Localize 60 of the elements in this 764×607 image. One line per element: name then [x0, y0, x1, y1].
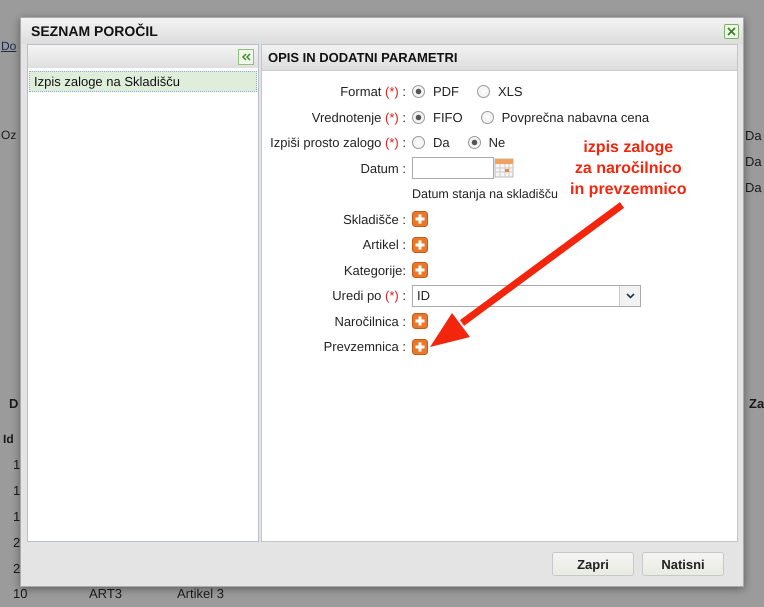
table-cell: 10: [13, 586, 28, 601]
background-cell: Da: [745, 154, 762, 169]
radio-button[interactable]: [477, 85, 490, 98]
field-label: Naročilnica :: [333, 314, 406, 329]
option-label: PDF: [433, 84, 459, 100]
table-cell: 2: [13, 561, 20, 576]
radio-button[interactable]: [412, 110, 425, 124]
column-header: Za: [749, 396, 764, 411]
calendar-icon[interactable]: [494, 158, 514, 178]
annotation-text: izpis zaloge: [583, 138, 674, 158]
dialog-title: SEZNAM POROČIL: [31, 23, 158, 39]
link-text[interactable]: Do: [1, 39, 16, 53]
field-label: Kategorije:: [342, 262, 406, 278]
plus-icon[interactable]: [412, 211, 428, 228]
option-label: FIFO: [433, 110, 463, 125]
column-header: Id: [3, 432, 14, 446]
collapse-button[interactable]: [238, 48, 254, 64]
field-label: Vrednotenje (*) :: [310, 110, 406, 125]
plus-icon[interactable]: [412, 338, 428, 355]
option-label: XLS: [498, 84, 523, 100]
background-cell: Da: [745, 128, 762, 143]
close-button[interactable]: [724, 24, 739, 38]
plus-icon[interactable]: [412, 236, 428, 253]
date-field[interactable]: [412, 157, 494, 180]
field-label: Izpiši prosto zalogo (*) :: [269, 135, 406, 150]
table-cell: Artikel 3: [177, 586, 224, 601]
field-label: Datum :: [359, 160, 406, 176]
radio-button[interactable]: [412, 85, 425, 98]
field-label: Skladišče :: [342, 212, 406, 227]
dialog-button[interactable]: Zapri: [552, 552, 634, 576]
option-label: Da: [433, 135, 450, 150]
field-label: Format (*) :: [339, 84, 406, 100]
option-label: Povprečna nabavna cena: [502, 110, 650, 125]
table-cell: 1: [13, 509, 20, 524]
sort-dropdown[interactable]: ID: [412, 284, 641, 307]
table-cell: 1: [13, 457, 20, 472]
helper-text: Datum stanja na skladišču: [412, 186, 558, 201]
chevron-down-icon: [626, 292, 634, 299]
plus-icon[interactable]: [412, 313, 428, 330]
field-label: Artikel :: [362, 237, 406, 252]
background-cell: Da: [745, 180, 762, 195]
table-cell: 1: [13, 483, 20, 498]
radio-button[interactable]: [480, 110, 494, 124]
field-label: Prevzemnica :: [322, 339, 406, 354]
table-cell: ART3: [89, 586, 122, 601]
column-header: D: [9, 396, 18, 411]
annotation-text: za naročilnico: [574, 159, 682, 179]
table-cell: 2: [13, 535, 20, 550]
radio-button[interactable]: [412, 136, 425, 150]
report-item[interactable]: Izpis zaloge na Skladišču: [29, 71, 257, 92]
double-chevron-left-icon: [241, 52, 251, 60]
annotation-text: in prevzemnico: [570, 180, 686, 200]
background-label: Oz: [1, 128, 16, 142]
plus-icon[interactable]: [412, 262, 428, 278]
panel-title: OPIS IN DODATNI PARAMETRI: [268, 50, 458, 65]
field-label: Uredi po (*) :: [331, 288, 406, 304]
close-icon: [727, 26, 736, 36]
radio-button[interactable]: [468, 136, 481, 150]
option-label: Ne: [488, 135, 506, 150]
dialog-button[interactable]: Natisni: [642, 552, 724, 576]
